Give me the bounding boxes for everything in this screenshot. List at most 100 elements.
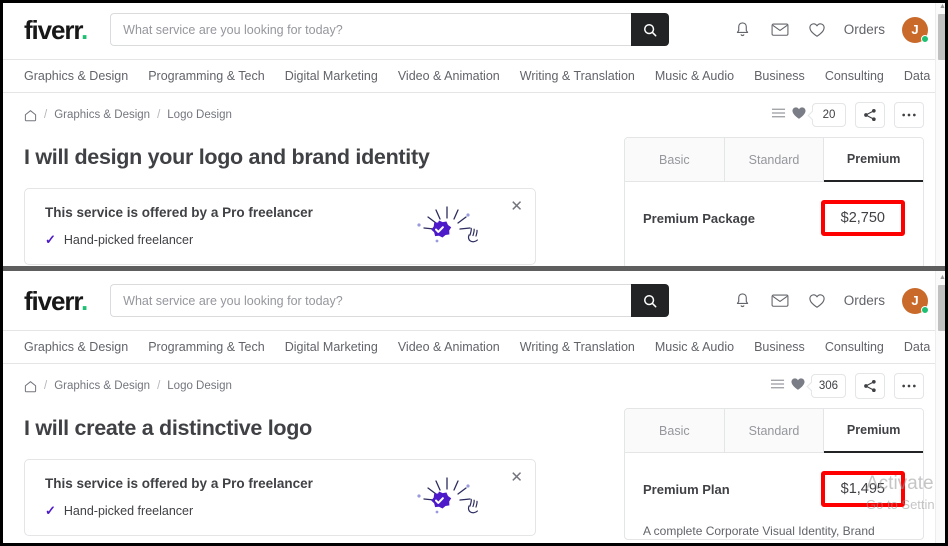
scrollbar-thumb-top[interactable] <box>938 14 947 60</box>
tab-premium-2[interactable]: Premium <box>824 409 923 453</box>
tab-standard[interactable]: Standard <box>724 138 825 182</box>
share-icon-2 <box>864 379 876 393</box>
ellipsis-icon-2 <box>902 384 916 388</box>
list-icon-2[interactable] <box>770 377 785 395</box>
heart-filled-icon-2[interactable] <box>790 377 806 396</box>
scroll-up-arrow-icon-2[interactable]: ▲ <box>936 271 948 284</box>
home-icon-2[interactable] <box>24 380 37 393</box>
pro-notice-bullet-label-2: Hand-picked freelancer <box>63 504 194 518</box>
gig-content-top: / Graphics & Design / Logo Design 20 I w… <box>0 93 948 269</box>
pro-freelancer-notice-bottom: ✕ This service is offered by a Pro freel… <box>24 459 536 536</box>
bell-icon-2[interactable] <box>733 291 753 311</box>
more-options-button-2[interactable] <box>894 373 924 399</box>
breadcrumb-bottom: / Graphics & Design / Logo Design 306 <box>24 364 924 408</box>
search-button[interactable] <box>631 13 670 46</box>
online-status-dot-2 <box>921 305 929 314</box>
cat-consulting[interactable]: Consulting <box>825 69 884 83</box>
cat-digital-marketing[interactable]: Digital Marketing <box>285 69 378 83</box>
pro-notice-bullet-label: Hand-picked freelancer <box>63 233 194 247</box>
cat-business[interactable]: Business <box>754 69 805 83</box>
search-button-2[interactable] <box>631 284 670 317</box>
gig-content-bottom: / Graphics & Design / Logo Design 306 I … <box>0 364 948 540</box>
cat-programming-tech-2[interactable]: Programming & Tech <box>148 340 265 354</box>
favorite-count-badge-2[interactable]: 306 <box>810 374 846 398</box>
cat-video-animation[interactable]: Video & Animation <box>398 69 500 83</box>
cat-consulting-2[interactable]: Consulting <box>825 340 884 354</box>
tab-basic-2[interactable]: Basic <box>625 409 725 453</box>
scroll-up-arrow-icon[interactable]: ▲ <box>936 0 948 13</box>
cat-data-2[interactable]: Data <box>904 340 930 354</box>
close-icon-2[interactable]: ✕ <box>510 470 523 485</box>
share-button[interactable] <box>855 102 885 128</box>
favorite-group-bottom: 306 <box>770 374 846 398</box>
pricing-row-top: Premium Package $2,750 <box>643 200 905 236</box>
category-nav-top: Graphics & Design Programming & Tech Dig… <box>0 60 948 93</box>
tab-standard-2[interactable]: Standard <box>724 409 825 453</box>
pricing-tabs-bottom: Basic Standard Premium <box>625 409 923 453</box>
scrollbar-bottom[interactable]: ▲ <box>935 271 948 546</box>
cat-video-animation-2[interactable]: Video & Animation <box>398 340 500 354</box>
cat-graphics-design-2[interactable]: Graphics & Design <box>24 340 128 354</box>
gig-actions-bottom: 306 <box>770 373 924 399</box>
favorite-count-badge[interactable]: 20 <box>812 103 846 127</box>
close-icon[interactable]: ✕ <box>510 199 523 214</box>
header-actions-2: Orders J <box>733 287 929 314</box>
share-button-2[interactable] <box>855 373 885 399</box>
breadcrumb-separator-3: / <box>44 380 48 392</box>
breadcrumb-item-logo-design-2[interactable]: Logo Design <box>167 380 232 392</box>
cat-business-2[interactable]: Business <box>754 340 805 354</box>
favorite-group-top: 20 <box>771 103 846 127</box>
cat-digital-marketing-2[interactable]: Digital Marketing <box>285 340 378 354</box>
check-icon-2: ✓ <box>45 503 56 518</box>
orders-link-2[interactable]: Orders <box>844 293 885 308</box>
package-price-bottom: $1,495 <box>840 481 885 497</box>
cat-writing-translation[interactable]: Writing & Translation <box>520 69 635 83</box>
avatar[interactable]: J <box>902 16 929 43</box>
breadcrumb-item-logo-design[interactable]: Logo Design <box>167 109 232 121</box>
heart-filled-icon[interactable] <box>791 106 807 125</box>
scrollbar-thumb-bottom[interactable] <box>938 285 947 331</box>
heart-outline-icon[interactable] <box>807 20 827 40</box>
search-icon <box>644 23 657 36</box>
package-price-top: $2,750 <box>840 210 885 226</box>
heart-outline-icon-2[interactable] <box>807 291 827 311</box>
bell-icon[interactable] <box>733 20 753 40</box>
category-nav-bottom: Graphics & Design Programming & Tech Dig… <box>0 331 948 364</box>
scrollbar-top[interactable]: ▲ <box>935 0 948 270</box>
tab-basic[interactable]: Basic <box>625 138 725 182</box>
cat-music-audio[interactable]: Music & Audio <box>655 69 734 83</box>
package-description-bottom: A complete Corporate Visual Identity, Br… <box>643 524 875 538</box>
envelope-icon[interactable] <box>770 20 790 40</box>
breadcrumb-item-graphics-design-2[interactable]: Graphics & Design <box>54 380 150 392</box>
logo-dot-2: . <box>81 285 88 316</box>
cat-data[interactable]: Data <box>904 69 930 83</box>
envelope-icon-2[interactable] <box>770 291 790 311</box>
fiverr-logo[interactable]: fiverr. <box>24 17 88 43</box>
breadcrumb-item-graphics-design[interactable]: Graphics & Design <box>54 109 150 121</box>
list-icon[interactable] <box>771 106 786 124</box>
browser-panel-bottom: fiverr. What service are you looking for… <box>0 271 948 546</box>
pro-freelancer-notice-top: ✕ This service is offered by a Pro freel… <box>24 188 536 265</box>
tab-premium[interactable]: Premium <box>824 138 923 182</box>
price-highlight-box-bottom: $1,495 <box>820 471 905 507</box>
cat-graphics-design[interactable]: Graphics & Design <box>24 69 128 83</box>
avatar-2[interactable]: J <box>902 287 929 314</box>
pricing-card-top: Basic Standard Premium Premium Package $… <box>624 137 924 269</box>
header-actions: Orders J <box>733 16 929 43</box>
cat-writing-translation-2[interactable]: Writing & Translation <box>520 340 635 354</box>
fiverr-logo-2[interactable]: fiverr. <box>24 285 88 316</box>
screen-root: fiverr. What service are you looking for… <box>0 0 948 546</box>
cat-programming-tech[interactable]: Programming & Tech <box>148 69 265 83</box>
orders-link[interactable]: Orders <box>844 22 885 37</box>
site-header-bottom: fiverr. What service are you looking for… <box>0 271 948 331</box>
share-icon <box>864 108 876 122</box>
search-input-2[interactable] <box>110 284 632 317</box>
price-highlight-box-top: $2,750 <box>820 200 905 236</box>
cat-music-audio-2[interactable]: Music & Audio <box>655 340 734 354</box>
more-options-button[interactable] <box>894 102 924 128</box>
home-icon[interactable] <box>24 109 37 122</box>
package-name-bottom: Premium Plan <box>643 481 730 497</box>
ellipsis-icon <box>902 113 916 117</box>
search-input[interactable] <box>110 13 632 46</box>
logo-text-2: fiverr <box>24 285 82 316</box>
